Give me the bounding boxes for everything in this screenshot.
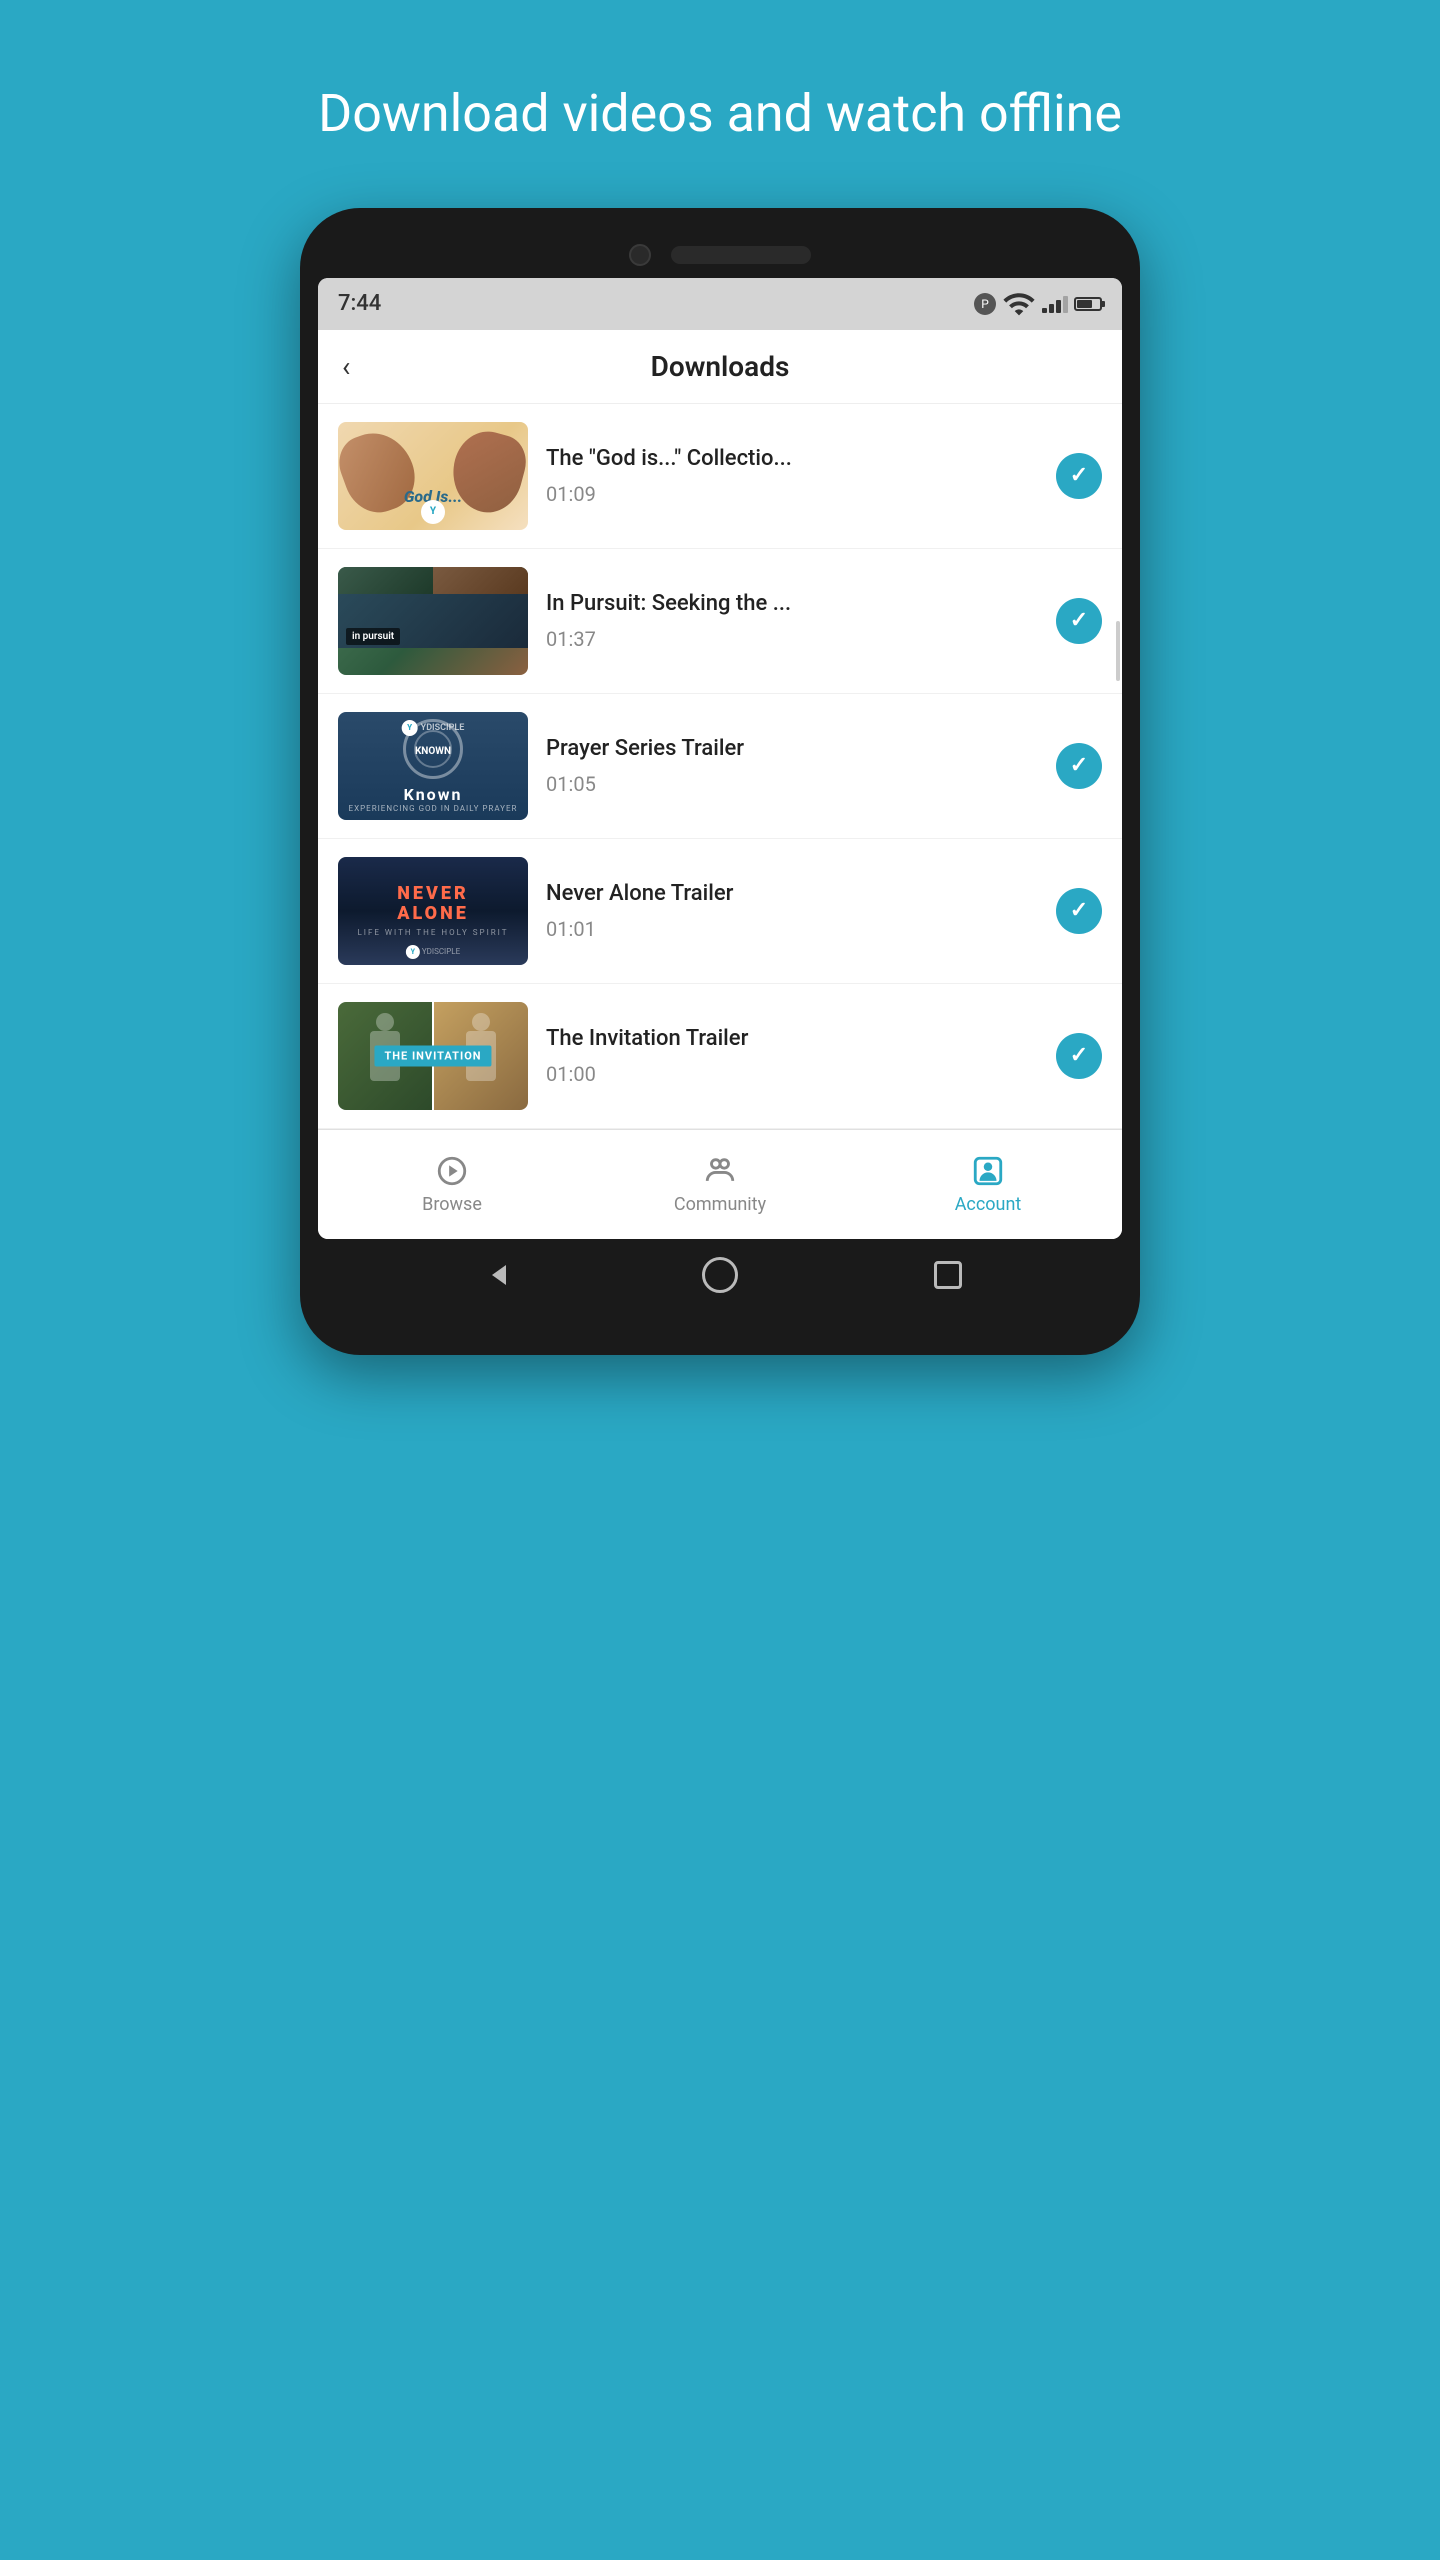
- video-info: The Invitation Trailer 01:00: [546, 1025, 1038, 1086]
- nav-item-account[interactable]: Account: [854, 1130, 1122, 1239]
- download-check: ✓: [1056, 888, 1102, 934]
- checkmark-icon: ✓: [1070, 753, 1088, 778]
- video-thumbnail: NEVERALONE LIFE WITH THE HOLY SPIRIT Y Y…: [338, 857, 528, 965]
- download-check: ✓: [1056, 1033, 1102, 1079]
- page-title: Downloads: [651, 350, 790, 383]
- app-indicator-icon: P: [974, 293, 996, 315]
- video-duration: 01:00: [546, 1062, 1038, 1086]
- phone-nav-bar: [318, 1239, 1122, 1305]
- video-duration: 01:09: [546, 482, 1038, 506]
- back-nav-button[interactable]: [472, 1255, 512, 1295]
- community-label: Community: [674, 1194, 766, 1215]
- never-alone-text: NEVERALONE: [397, 884, 469, 924]
- bottom-nav: Browse Community Account: [318, 1129, 1122, 1239]
- checkmark-icon: ✓: [1070, 898, 1088, 923]
- video-list: God Is... Y The "God is..." Collectio...…: [318, 404, 1122, 1129]
- phone-speaker: [671, 246, 811, 264]
- video-thumbnail: in pursuit: [338, 567, 528, 675]
- checkmark-icon: ✓: [1070, 608, 1088, 633]
- checkmark-icon: ✓: [1070, 463, 1088, 488]
- nav-item-browse[interactable]: Browse: [318, 1130, 586, 1239]
- video-duration: 01:01: [546, 917, 1038, 941]
- content-area: God Is... Y The "God is..." Collectio...…: [318, 404, 1122, 1129]
- known-text: Known: [404, 785, 463, 804]
- battery-icon: [1074, 297, 1102, 311]
- video-title: The "God is..." Collectio...: [546, 445, 1038, 474]
- browse-icon: [435, 1154, 469, 1188]
- account-icon: [971, 1154, 1005, 1188]
- phone-top-bar: [318, 228, 1122, 278]
- in-pursuit-label: in pursuit: [346, 628, 400, 645]
- video-duration: 01:37: [546, 627, 1038, 651]
- signal-bars: [1042, 295, 1068, 313]
- nav-item-community[interactable]: Community: [586, 1130, 854, 1239]
- svg-text:KNOWN: KNOWN: [415, 746, 451, 757]
- back-button[interactable]: ‹: [342, 350, 350, 383]
- download-check: ✓: [1056, 453, 1102, 499]
- download-check: ✓: [1056, 743, 1102, 789]
- status-bar: 7:44 P: [318, 278, 1122, 330]
- account-label: Account: [955, 1194, 1022, 1215]
- status-icons: P: [974, 287, 1102, 321]
- video-thumbnail: THE INVITATION: [338, 1002, 528, 1110]
- video-thumbnail: God Is... Y: [338, 422, 528, 530]
- promo-title: Download videos and watch offline: [238, 80, 1202, 148]
- video-title: In Pursuit: Seeking the ...: [546, 590, 1038, 619]
- video-item[interactable]: Y YDISCIPLE KNOWN Known EXPERIENCING GOD: [318, 694, 1122, 839]
- video-info: The "God is..." Collectio... 01:09: [546, 445, 1038, 506]
- video-duration: 01:05: [546, 772, 1038, 796]
- checkmark-icon: ✓: [1070, 1043, 1088, 1068]
- video-title: Prayer Series Trailer: [546, 735, 1038, 764]
- video-item[interactable]: NEVERALONE LIFE WITH THE HOLY SPIRIT Y Y…: [318, 839, 1122, 984]
- video-item[interactable]: THE INVITATION The Invitation Trailer 01…: [318, 984, 1122, 1129]
- invitation-label: THE INVITATION: [374, 1045, 491, 1066]
- video-info: Never Alone Trailer 01:01: [546, 880, 1038, 941]
- video-info: Prayer Series Trailer 01:05: [546, 735, 1038, 796]
- never-alone-subtitle: LIFE WITH THE HOLY SPIRIT: [357, 928, 508, 937]
- recent-nav-button[interactable]: [928, 1255, 968, 1295]
- video-item[interactable]: God Is... Y The "God is..." Collectio...…: [318, 404, 1122, 549]
- video-thumbnail: Y YDISCIPLE KNOWN Known EXPERIENCING GOD: [338, 712, 528, 820]
- video-title: The Invitation Trailer: [546, 1025, 1038, 1054]
- video-item[interactable]: in pursuit In Pursuit: Seeking the ... 0…: [318, 549, 1122, 694]
- phone-frame: 7:44 P ‹: [300, 208, 1140, 1355]
- community-icon: [703, 1154, 737, 1188]
- video-info: In Pursuit: Seeking the ... 01:37: [546, 590, 1038, 651]
- phone-camera: [629, 244, 651, 266]
- browse-label: Browse: [422, 1194, 482, 1215]
- home-nav-button[interactable]: [700, 1255, 740, 1295]
- wifi-icon: [1002, 287, 1036, 321]
- status-time: 7:44: [338, 291, 381, 316]
- scrollbar: [1116, 621, 1120, 681]
- ydisciple-logo: Y: [421, 500, 445, 524]
- app-header: ‹ Downloads: [318, 330, 1122, 404]
- never-alone-yd: Y YDISCIPLE: [406, 945, 460, 959]
- phone-screen: 7:44 P ‹: [318, 278, 1122, 1239]
- video-title: Never Alone Trailer: [546, 880, 1038, 909]
- known-subtitle: EXPERIENCING GOD IN DAILY PRAYER: [349, 804, 518, 813]
- download-check: ✓: [1056, 598, 1102, 644]
